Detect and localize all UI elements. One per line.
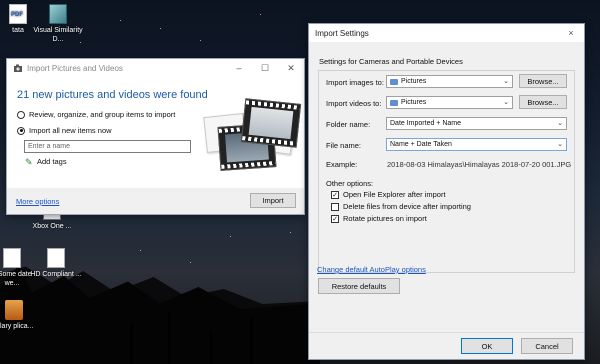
- more-options-link[interactable]: More options: [16, 197, 59, 206]
- option-import-all-label: Import all new items now: [29, 126, 112, 135]
- change-autoplay-link[interactable]: Change default AutoPlay options: [317, 265, 426, 274]
- add-tags-label: Add tags: [37, 157, 67, 166]
- maximize-icon[interactable]: ☐: [252, 59, 278, 77]
- ok-button[interactable]: OK: [461, 338, 513, 354]
- folder-name-value: Date Imported + Name: [390, 120, 462, 127]
- chevron-down-icon: ⌄: [557, 120, 563, 127]
- checkbox-checked[interactable]: ✓: [331, 214, 339, 223]
- desktop-icon-hd-compliant[interactable]: HD Compliant ...: [30, 248, 82, 279]
- import-window-titlebar[interactable]: Import Pictures and Videos – ☐ ✕: [7, 59, 304, 77]
- add-tags-link[interactable]: ✎ Add tags: [25, 157, 67, 166]
- document-icon: [47, 248, 65, 268]
- import-videos-label: Import videos to:: [326, 99, 382, 108]
- folder-icon: [390, 78, 398, 85]
- folder-icon: [390, 99, 398, 106]
- delete-after-import-option[interactable]: Delete files from device after importing: [331, 202, 471, 211]
- cancel-button[interactable]: Cancel: [521, 338, 573, 354]
- dialog-footer: OK Cancel: [309, 332, 584, 359]
- dialog-title: Import Settings: [315, 28, 369, 38]
- file-name-select[interactable]: Name + Date Taken ⌄: [386, 138, 567, 151]
- desktop-icon-visual-similarity[interactable]: Visual Similarity D...: [32, 4, 84, 44]
- found-items-heading: 21 new pictures and videos were found: [17, 89, 208, 101]
- option-import-all-radio[interactable]: Import all new items now: [17, 126, 112, 135]
- option-label: Delete files from device after importing: [343, 202, 471, 211]
- radio-button[interactable]: [17, 110, 25, 119]
- import-images-label: Import images to:: [326, 78, 384, 87]
- settings-titlebar[interactable]: Import Settings ×: [309, 24, 584, 42]
- camera-icon: [13, 63, 23, 73]
- pdf-file-icon: PDF: [9, 4, 27, 24]
- desktop-icon-label: HD Compliant ...: [30, 271, 82, 278]
- tag-icon: ✎: [25, 156, 33, 167]
- window-title: Import Pictures and Videos: [27, 63, 123, 73]
- chevron-down-icon: ⌄: [503, 78, 509, 85]
- browse-videos-button[interactable]: Browse...: [519, 95, 567, 109]
- section-title: Settings for Cameras and Portable Device…: [319, 57, 463, 66]
- desktop-icon-label: Glary plica...: [0, 323, 34, 330]
- import-videos-select[interactable]: Pictures ⌄: [386, 96, 513, 109]
- import-button[interactable]: Import: [250, 193, 296, 208]
- import-pictures-window: Import Pictures and Videos – ☐ ✕ 21 new …: [6, 58, 305, 215]
- app-icon: [49, 4, 67, 24]
- restore-defaults-button[interactable]: Restore defaults: [318, 278, 400, 294]
- other-options-label: Other options:: [326, 179, 374, 188]
- desktop-icon-label: Visual Similarity D...: [33, 27, 83, 43]
- import-videos-value: Pictures: [401, 99, 427, 106]
- chevron-down-icon: ⌄: [557, 141, 563, 148]
- file-name-label: File name:: [326, 141, 362, 150]
- minimize-icon[interactable]: –: [226, 59, 252, 77]
- import-settings-dialog: Import Settings × Settings for Cameras a…: [308, 23, 585, 360]
- option-label: Open File Explorer after import: [343, 190, 446, 199]
- checkbox-checked[interactable]: ✓: [331, 190, 339, 199]
- checkbox-unchecked[interactable]: [331, 202, 339, 211]
- desktop-icon-label: Xbox One ...: [32, 223, 72, 230]
- radio-button[interactable]: [17, 126, 25, 135]
- option-label: Rotate pictures on import: [343, 214, 427, 223]
- folder-name-select[interactable]: Date Imported + Name ⌄: [386, 117, 567, 130]
- import-window-footer: More options Import: [7, 188, 304, 214]
- example-label: Example:: [326, 160, 358, 169]
- example-value: 2018-08-03 Himalayas\Himalayas 2018-07-2…: [387, 160, 572, 169]
- desktop-icon-glary[interactable]: Glary plica...: [0, 300, 40, 331]
- glary-app-icon: [5, 300, 23, 320]
- option-review-radio[interactable]: Review, organize, and group items to imp…: [17, 110, 175, 119]
- folder-name-label: Folder name:: [326, 120, 371, 129]
- import-images-select[interactable]: Pictures ⌄: [386, 75, 513, 88]
- name-input[interactable]: Enter a name: [24, 140, 191, 153]
- option-review-label: Review, organize, and group items to imp…: [29, 110, 176, 119]
- import-illustration: [199, 95, 302, 171]
- close-icon[interactable]: ×: [558, 24, 584, 42]
- close-icon[interactable]: ✕: [278, 59, 304, 77]
- chevron-down-icon: ⌄: [503, 99, 509, 106]
- document-icon: [3, 248, 21, 268]
- browse-images-button[interactable]: Browse...: [519, 74, 567, 88]
- rotate-pictures-option[interactable]: ✓ Rotate pictures on import: [331, 214, 427, 223]
- file-name-value: Name + Date Taken: [390, 141, 452, 148]
- import-images-value: Pictures: [401, 78, 427, 85]
- open-explorer-option[interactable]: ✓ Open File Explorer after import: [331, 190, 446, 199]
